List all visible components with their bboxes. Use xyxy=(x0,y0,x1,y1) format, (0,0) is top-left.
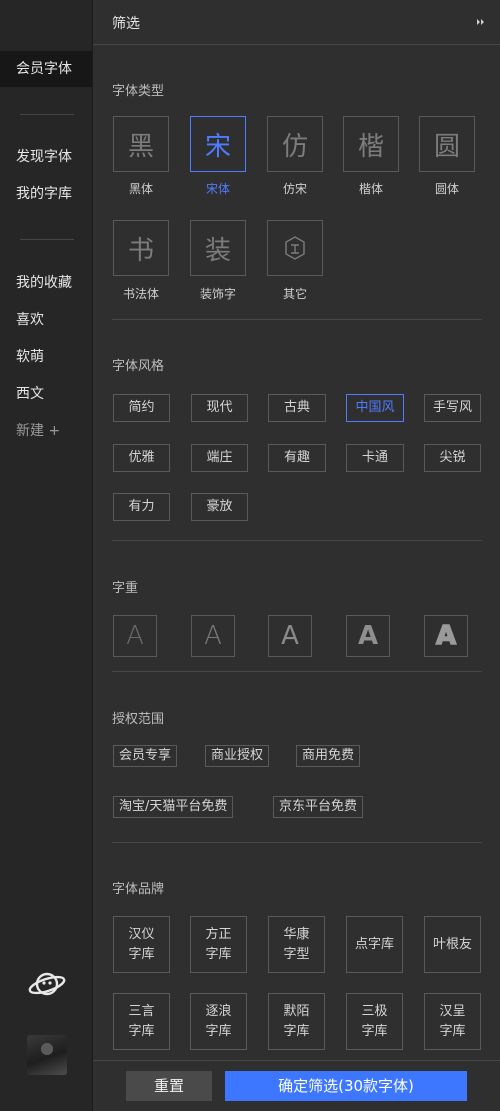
type-option-song[interactable]: 宋 xyxy=(190,116,246,172)
sidebar-item-my-favorites[interactable]: 我的收藏 xyxy=(0,265,92,301)
brand-line: 三言 xyxy=(128,1003,155,1019)
style-tag[interactable]: 古典 xyxy=(268,394,326,422)
section-title-font-weight: 字重 xyxy=(112,581,139,596)
brand-option[interactable]: 方正 字库 xyxy=(190,916,247,973)
license-tag[interactable]: 商用免费 xyxy=(296,745,361,767)
section-title-brand: 字体品牌 xyxy=(112,882,165,897)
weight-option-bold[interactable]: A xyxy=(346,615,390,657)
section-divider xyxy=(112,540,482,541)
panel-title: 筛选 xyxy=(112,16,140,32)
type-label-song: 宋体 xyxy=(205,182,230,196)
brand-option[interactable]: 三极 字库 xyxy=(346,993,403,1050)
planet-icon[interactable] xyxy=(27,968,67,1000)
user-avatar[interactable] xyxy=(27,1035,67,1075)
style-tag[interactable]: 有趣 xyxy=(268,444,326,472)
sidebar-item-discover-fonts[interactable]: 发现字体 xyxy=(0,139,92,175)
weight-option-thin[interactable]: A xyxy=(113,615,157,657)
brand-line: 字库 xyxy=(205,1023,232,1039)
brand-line: 字库 xyxy=(128,1023,155,1039)
license-tag[interactable]: 京东平台免费 xyxy=(273,796,364,818)
brand-line: 字库 xyxy=(283,1023,310,1039)
filter-footer: 重置 确定筛选(30款字体) xyxy=(93,1060,500,1111)
type-option-kai[interactable]: 楷 xyxy=(343,116,399,172)
brand-line: 默陌 xyxy=(283,1003,310,1019)
reset-button[interactable]: 重置 xyxy=(126,1071,212,1101)
brand-option[interactable]: 叶根友 xyxy=(424,916,481,973)
type-label-kai: 楷体 xyxy=(358,182,383,196)
sidebar-new-collection[interactable]: 新建 + xyxy=(0,413,92,449)
type-label-decorative: 装饰字 xyxy=(199,287,236,301)
style-tag-selected[interactable]: 中国风 xyxy=(346,394,404,422)
sidebar-item-member-fonts[interactable]: 会员字体 xyxy=(0,51,92,87)
panel-header: 筛选 xyxy=(93,0,500,45)
brand-line: 字库 xyxy=(128,946,155,962)
type-label-hei: 黑体 xyxy=(128,182,153,196)
section-title-font-style: 字体风格 xyxy=(112,359,165,374)
brand-option[interactable]: 汉仪 字库 xyxy=(113,916,170,973)
type-label-other: 其它 xyxy=(282,287,307,301)
style-tag[interactable]: 卡通 xyxy=(346,444,404,472)
weight-option-heavy[interactable]: A xyxy=(424,615,468,657)
section-divider xyxy=(112,671,482,672)
brand-line: 叶根友 xyxy=(432,936,472,952)
section-divider xyxy=(112,319,482,320)
sidebar-item-western[interactable]: 西文 xyxy=(0,376,92,412)
sidebar-item-like[interactable]: 喜欢 xyxy=(0,302,92,338)
type-label-calligraphy: 书法体 xyxy=(122,287,159,301)
section-divider xyxy=(112,842,482,843)
brand-line: 华康 xyxy=(283,926,310,942)
weight-option-light[interactable]: A xyxy=(191,615,235,657)
double-chevron-right-icon[interactable] xyxy=(476,17,486,27)
style-tag[interactable]: 端庄 xyxy=(191,444,248,472)
sidebar: 会员字体 发现字体 我的字库 我的收藏 喜欢 软萌 西文 新建 + xyxy=(0,0,93,1111)
brand-line: 字库 xyxy=(439,1023,466,1039)
brand-option[interactable]: 点字库 xyxy=(346,916,403,973)
license-tag[interactable]: 淘宝/天猫平台免费 xyxy=(113,796,234,818)
type-option-hei[interactable]: 黑 xyxy=(113,116,169,172)
license-tag[interactable]: 会员专享 xyxy=(113,745,178,767)
style-tag[interactable]: 有力 xyxy=(113,493,170,521)
brand-line: 字型 xyxy=(283,946,310,962)
brand-line: 逐浪 xyxy=(205,1003,232,1019)
license-tag[interactable]: 商业授权 xyxy=(205,745,270,767)
type-label-yuan: 圆体 xyxy=(434,182,459,196)
confirm-filter-button[interactable]: 确定筛选(30款字体) xyxy=(225,1071,467,1101)
weight-option-regular[interactable]: A xyxy=(268,615,312,657)
brand-option[interactable]: 默陌 字库 xyxy=(268,993,325,1050)
type-label-fangsong: 仿宋 xyxy=(282,182,307,196)
section-title-font-type: 字体类型 xyxy=(112,84,165,99)
type-option-calligraphy[interactable]: 书 xyxy=(113,220,169,276)
brand-line: 字库 xyxy=(205,946,232,962)
style-tag[interactable]: 现代 xyxy=(191,394,248,422)
brand-option[interactable]: 华康 字型 xyxy=(268,916,325,973)
brand-line: 汉仪 xyxy=(128,926,155,942)
sidebar-divider xyxy=(20,239,74,240)
style-tag[interactable]: 手写风 xyxy=(424,394,481,422)
sidebar-divider xyxy=(20,114,74,115)
style-tag[interactable]: 简约 xyxy=(113,394,170,422)
type-option-yuan[interactable]: 圆 xyxy=(419,116,475,172)
brand-option[interactable]: 逐浪 字库 xyxy=(190,993,247,1050)
brand-line: 字库 xyxy=(361,1023,388,1039)
brand-line: 三极 xyxy=(361,1003,388,1019)
style-tag[interactable]: 优雅 xyxy=(113,444,170,472)
filter-panel: 筛选 字体类型 黑 宋 仿 楷 圆 黑体 宋体 仿宋 楷体 圆体 书 装 书法体… xyxy=(93,0,500,1111)
brand-line: 方正 xyxy=(205,926,232,942)
type-option-fangsong[interactable]: 仿 xyxy=(267,116,323,172)
sidebar-item-cute[interactable]: 软萌 xyxy=(0,339,92,375)
sidebar-item-my-library[interactable]: 我的字库 xyxy=(0,176,92,212)
type-option-other[interactable] xyxy=(267,220,323,276)
brand-option[interactable]: 汉呈 字库 xyxy=(424,993,481,1050)
brand-line: 点字库 xyxy=(354,936,394,952)
style-tag[interactable]: 尖锐 xyxy=(424,444,481,472)
brand-line: 汉呈 xyxy=(439,1003,466,1019)
type-option-decorative[interactable]: 装 xyxy=(190,220,246,276)
section-title-license: 授权范围 xyxy=(112,712,165,727)
brand-option[interactable]: 三言 字库 xyxy=(113,993,170,1050)
style-tag[interactable]: 豪放 xyxy=(191,493,248,521)
font-glyph-icon xyxy=(285,236,305,260)
